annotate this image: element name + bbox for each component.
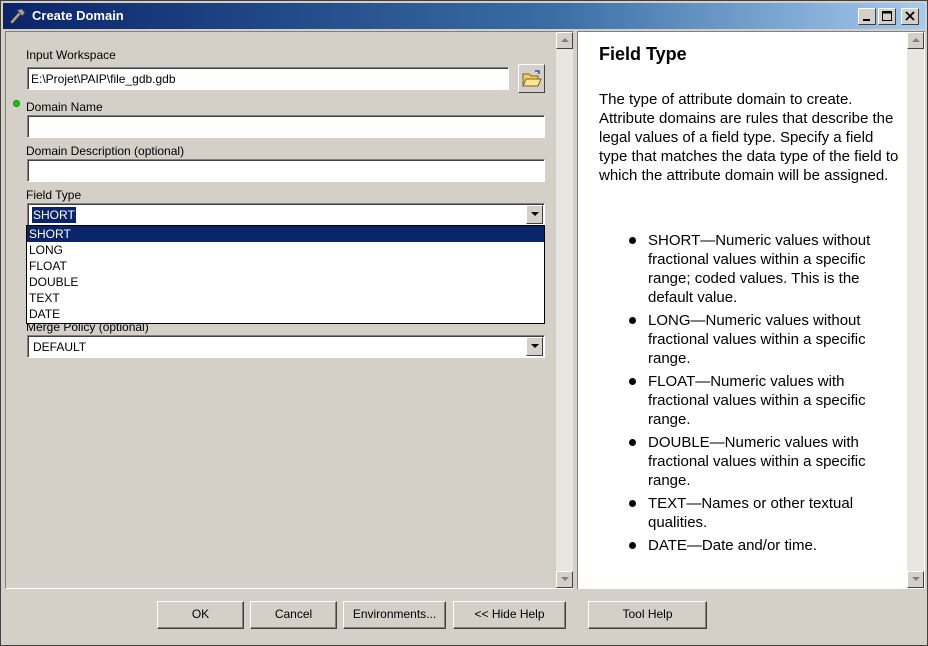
hammer-icon — [9, 7, 27, 25]
field-type-select[interactable]: SHORT — [27, 203, 545, 226]
close-icon — [905, 11, 915, 21]
chevron-up-icon — [912, 38, 920, 42]
create-domain-window: Create Domain Input Workspace E:\Projet\… — [0, 0, 928, 646]
field-type-option-text[interactable]: TEXT — [27, 290, 544, 306]
chevron-down-icon — [531, 344, 539, 348]
chevron-down-icon — [912, 577, 920, 581]
field-type-option-short[interactable]: SHORT — [27, 226, 544, 242]
field-type-options-list: SHORT LONG FLOAT DOUBLE TEXT DATE — [26, 225, 545, 324]
help-list-item: DOUBLE—Numeric values with fractional va… — [629, 433, 903, 490]
close-button[interactable] — [901, 8, 919, 25]
scroll-down-button[interactable] — [556, 571, 573, 588]
help-list: SHORT—Numeric values without fractional … — [629, 231, 903, 559]
chevron-down-icon — [531, 212, 539, 216]
environments-button[interactable]: Environments... — [343, 601, 446, 629]
browse-workspace-button[interactable] — [518, 64, 545, 93]
required-indicator-icon — [13, 100, 20, 107]
field-type-option-double[interactable]: DOUBLE — [27, 274, 544, 290]
help-scroll-up-button[interactable] — [907, 32, 924, 49]
title-bar[interactable]: Create Domain — [3, 3, 925, 29]
chevron-up-icon — [561, 38, 569, 42]
help-pane: Field Type The type of attribute domain … — [577, 31, 925, 589]
field-type-value: SHORT — [31, 206, 77, 224]
domain-name-label: Domain Name — [26, 100, 103, 114]
tool-help-button[interactable]: Tool Help — [588, 601, 707, 629]
field-type-option-long[interactable]: LONG — [27, 242, 544, 258]
chevron-down-icon — [561, 577, 569, 581]
help-list-item: SHORT—Numeric values without fractional … — [629, 231, 903, 307]
field-type-option-float[interactable]: FLOAT — [27, 258, 544, 274]
input-workspace-label: Input Workspace — [26, 48, 116, 62]
ok-button[interactable]: OK — [157, 601, 244, 629]
domain-description-label: Domain Description (optional) — [26, 144, 185, 158]
merge-policy-dropdown-button[interactable] — [526, 337, 543, 356]
maximize-icon — [882, 11, 892, 21]
field-type-dropdown-button[interactable] — [526, 205, 543, 224]
help-scroll-down-button[interactable] — [907, 571, 924, 588]
input-workspace-field[interactable]: E:\Projet\PAIP\file_gdb.gdb — [27, 67, 509, 90]
help-list-item: DATE—Date and/or time. — [629, 536, 903, 555]
window-title: Create Domain — [32, 8, 124, 23]
field-type-option-date[interactable]: DATE — [27, 306, 544, 322]
domain-name-field[interactable] — [27, 115, 545, 138]
cancel-button[interactable]: Cancel — [250, 601, 337, 629]
maximize-button[interactable] — [878, 8, 896, 25]
help-scrollbar[interactable] — [907, 32, 924, 588]
hide-help-button[interactable]: << Hide Help — [453, 601, 566, 629]
minimize-button[interactable] — [858, 8, 876, 25]
merge-policy-value: DEFAULT — [33, 340, 87, 354]
help-list-item: FLOAT—Numeric values with fractional val… — [629, 372, 903, 429]
minimize-icon — [863, 19, 870, 21]
help-list-item: LONG—Numeric values without fractional v… — [629, 311, 903, 368]
field-type-label: Field Type — [26, 188, 82, 202]
help-list-item: TEXT—Names or other textual qualities. — [629, 494, 903, 532]
open-folder-icon — [522, 70, 542, 87]
help-title: Field Type — [599, 44, 687, 64]
domain-description-field[interactable] — [27, 159, 545, 182]
parameters-scrollbar[interactable] — [556, 32, 573, 588]
help-description: The type of attribute domain to create. … — [599, 91, 899, 184]
scroll-up-button[interactable] — [556, 32, 573, 49]
merge-policy-select[interactable]: DEFAULT — [27, 335, 545, 358]
